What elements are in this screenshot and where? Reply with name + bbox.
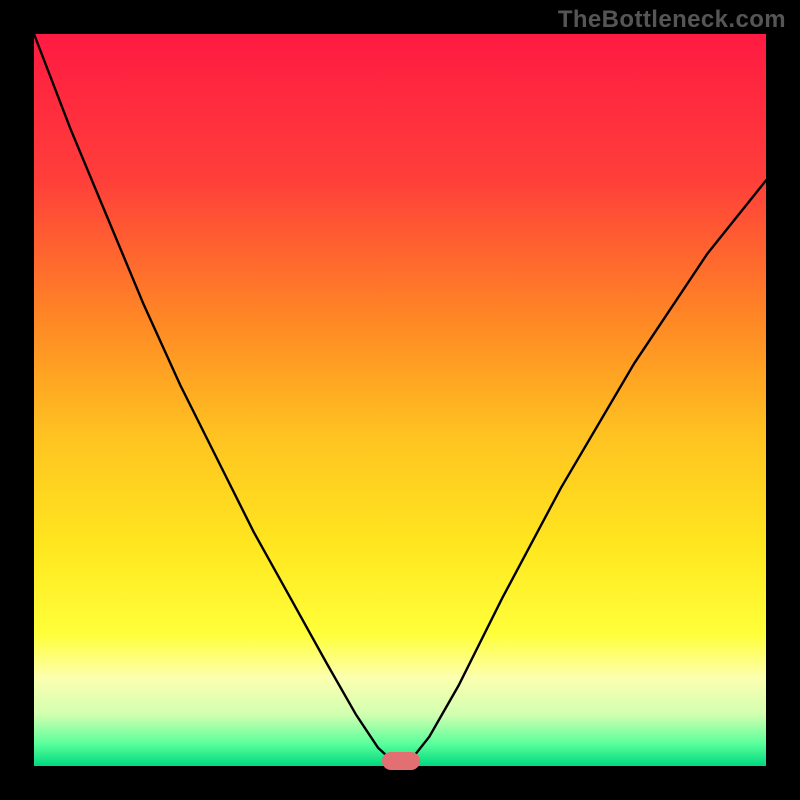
watermark-text: TheBottleneck.com: [558, 6, 786, 34]
optimal-point-marker: [382, 752, 420, 770]
gradient-background: [34, 34, 766, 766]
chart-frame: TheBottleneck.com: [0, 0, 800, 800]
bottleneck-chart: [0, 0, 800, 800]
